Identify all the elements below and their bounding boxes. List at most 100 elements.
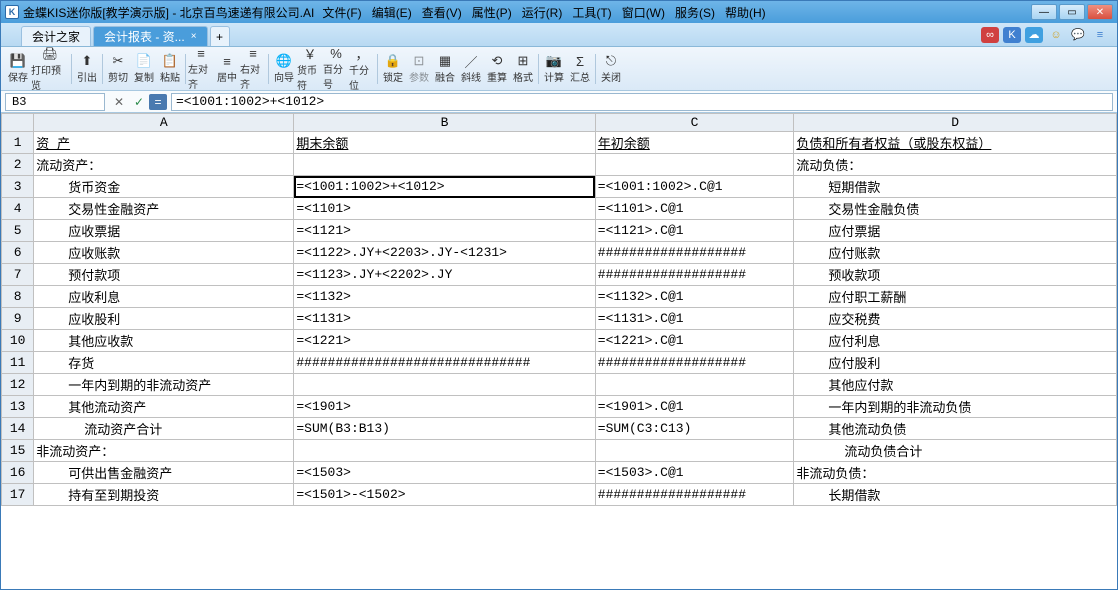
tab[interactable]: 会计之家: [21, 26, 91, 46]
cell-B10[interactable]: =<1221>: [294, 330, 595, 352]
service-icon-1[interactable]: ∞: [981, 27, 999, 43]
toolbar-button-打印预览[interactable]: 🖨打印预览: [31, 47, 69, 90]
formula-confirm-button[interactable]: ✓: [129, 93, 149, 111]
row-header[interactable]: 17: [2, 484, 34, 506]
cell-B2[interactable]: [294, 154, 595, 176]
cell-B5[interactable]: =<1121>: [294, 220, 595, 242]
cell-B17[interactable]: =<1501>-<1502>: [294, 484, 595, 506]
cell-C11[interactable]: ###################: [595, 352, 794, 374]
toolbar-button-千分位[interactable]: ，千分位: [349, 47, 375, 90]
cell-B6[interactable]: =<1122>.JY+<2203>.JY-<1231>: [294, 242, 595, 264]
row-header[interactable]: 7: [2, 264, 34, 286]
cell-C2[interactable]: [595, 154, 794, 176]
cell-D6[interactable]: 应付账款: [794, 242, 1117, 264]
cell-A16[interactable]: 可供出售金融资产: [34, 462, 294, 484]
toolbar-button-锁定[interactable]: 🔒锁定: [380, 47, 406, 90]
menu-item[interactable]: 工具(T): [572, 4, 611, 21]
close-button[interactable]: ✕: [1087, 4, 1113, 20]
cell-B14[interactable]: =SUM(B3:B13): [294, 418, 595, 440]
cell-D3[interactable]: 短期借款: [794, 176, 1117, 198]
cell-D7[interactable]: 预收款项: [794, 264, 1117, 286]
toolbar-button-右对齐[interactable]: ≡右对齐: [240, 47, 266, 90]
add-tab-button[interactable]: +: [210, 26, 230, 46]
row-header[interactable]: 2: [2, 154, 34, 176]
row-header[interactable]: 10: [2, 330, 34, 352]
cell-D1[interactable]: 负债和所有者权益（或股东权益）: [794, 132, 1117, 154]
tab-close-icon[interactable]: ×: [191, 31, 197, 42]
toolbar-button-参数[interactable]: ⊡参数: [406, 47, 432, 90]
cell-A5[interactable]: 应收票据: [34, 220, 294, 242]
toolbar-button-百分号[interactable]: %百分号: [323, 47, 349, 90]
cell-A14[interactable]: 流动资产合计: [34, 418, 294, 440]
row-header[interactable]: 3: [2, 176, 34, 198]
menu-item[interactable]: 服务(S): [675, 4, 715, 21]
minimize-button[interactable]: —: [1031, 4, 1057, 20]
service-icon-2[interactable]: K: [1003, 27, 1021, 43]
cell-C7[interactable]: ###################: [595, 264, 794, 286]
formula-input[interactable]: =<1001:1002>+<1012>: [171, 93, 1113, 111]
cell-B16[interactable]: =<1503>: [294, 462, 595, 484]
row-header[interactable]: 11: [2, 352, 34, 374]
toolbar-button-斜线[interactable]: ／斜线: [458, 47, 484, 90]
toolbar-button-左对齐[interactable]: ≡左对齐: [188, 47, 214, 90]
menu-item[interactable]: 属性(P): [472, 4, 512, 21]
row-header[interactable]: 4: [2, 198, 34, 220]
row-header[interactable]: 6: [2, 242, 34, 264]
cell-A2[interactable]: 流动资产：: [34, 154, 294, 176]
formula-equals-button[interactable]: =: [149, 94, 167, 110]
toolbar-button-剪切[interactable]: ✂剪切: [105, 47, 131, 90]
cell-A17[interactable]: 持有至到期投资: [34, 484, 294, 506]
toolbar-button-复制[interactable]: 📄复制: [131, 47, 157, 90]
cell-A15[interactable]: 非流动资产：: [34, 440, 294, 462]
toolbar-button-融合[interactable]: ▦融合: [432, 47, 458, 90]
cell-D16[interactable]: 非流动负债：: [794, 462, 1117, 484]
cell-B15[interactable]: [294, 440, 595, 462]
row-header[interactable]: 16: [2, 462, 34, 484]
cell-C1[interactable]: 年初余额: [595, 132, 794, 154]
menu-item[interactable]: 运行(R): [522, 4, 563, 21]
cell-D15[interactable]: 流动负债合计: [794, 440, 1117, 462]
cell-D8[interactable]: 应付职工薪酬: [794, 286, 1117, 308]
cell-A12[interactable]: 一年内到期的非流动资产: [34, 374, 294, 396]
cell-C4[interactable]: =<1101>.C@1: [595, 198, 794, 220]
row-header[interactable]: 8: [2, 286, 34, 308]
menu-item[interactable]: 文件(F): [322, 4, 361, 21]
cell-C5[interactable]: =<1121>.C@1: [595, 220, 794, 242]
cell-D9[interactable]: 应交税费: [794, 308, 1117, 330]
row-header[interactable]: 9: [2, 308, 34, 330]
cell-D2[interactable]: 流动负债：: [794, 154, 1117, 176]
toolbar-button-重算[interactable]: ⟲重算: [484, 47, 510, 90]
cell-D13[interactable]: 一年内到期的非流动负债: [794, 396, 1117, 418]
cell-A11[interactable]: 存货: [34, 352, 294, 374]
cell-B1[interactable]: 期末余额: [294, 132, 595, 154]
cell-A7[interactable]: 预付款项: [34, 264, 294, 286]
cell-C17[interactable]: ###################: [595, 484, 794, 506]
cell-D5[interactable]: 应付票据: [794, 220, 1117, 242]
row-header[interactable]: 1: [2, 132, 34, 154]
cell-C12[interactable]: [595, 374, 794, 396]
formula-cancel-button[interactable]: ✕: [109, 93, 129, 111]
cell-B3[interactable]: =<1001:1002>+<1012>: [294, 176, 595, 198]
row-header[interactable]: 15: [2, 440, 34, 462]
cell-A3[interactable]: 货币资金: [34, 176, 294, 198]
toolbar-button-居中[interactable]: ≡居中: [214, 47, 240, 90]
row-header[interactable]: 14: [2, 418, 34, 440]
cell-D10[interactable]: 应付利息: [794, 330, 1117, 352]
menu-item[interactable]: 帮助(H): [725, 4, 766, 21]
cell-reference-box[interactable]: B3: [5, 93, 105, 111]
chat-icon[interactable]: 💬: [1069, 27, 1087, 43]
cell-A1[interactable]: 资 产: [34, 132, 294, 154]
cell-A9[interactable]: 应收股利: [34, 308, 294, 330]
cell-D12[interactable]: 其他应付款: [794, 374, 1117, 396]
cell-A6[interactable]: 应收账款: [34, 242, 294, 264]
spreadsheet-grid[interactable]: ABCD 1资 产期末余额年初余额负债和所有者权益（或股东权益）2流动资产：流动…: [1, 113, 1117, 506]
sheet-area[interactable]: ABCD 1资 产期末余额年初余额负债和所有者权益（或股东权益）2流动资产：流动…: [1, 113, 1117, 589]
column-header[interactable]: [2, 114, 34, 132]
cell-A8[interactable]: 应收利息: [34, 286, 294, 308]
toolbar-button-关闭[interactable]: ⎋关闭: [598, 47, 624, 90]
column-header[interactable]: A: [34, 114, 294, 132]
row-header[interactable]: 13: [2, 396, 34, 418]
cloud-icon[interactable]: ☁: [1025, 27, 1043, 43]
cell-C3[interactable]: =<1001:1002>.C@1: [595, 176, 794, 198]
toolbar-button-汇总[interactable]: Σ汇总: [567, 47, 593, 90]
